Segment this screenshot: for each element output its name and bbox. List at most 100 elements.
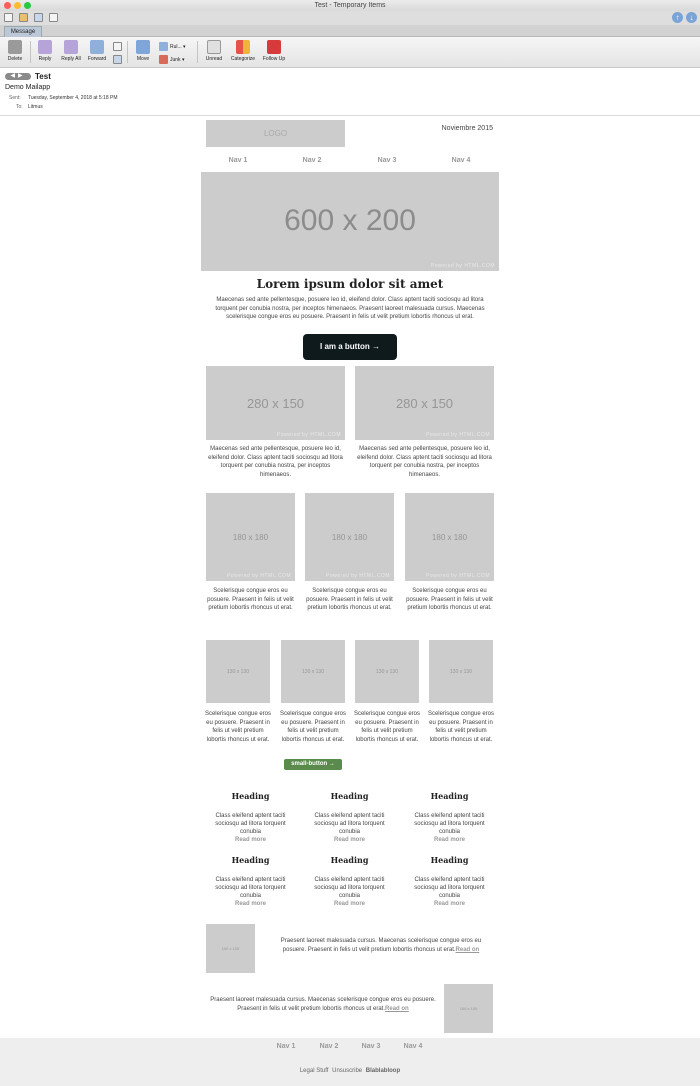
image-credit: Powered by HTML.COM: [431, 263, 495, 269]
save-icon[interactable]: [34, 13, 43, 22]
column-text: Scelerisque congue eros eu posuere. Prae…: [306, 588, 393, 611]
section-heading: Heading: [330, 855, 369, 865]
column-text: Scelerisque congue eros eu posuere. Prae…: [353, 711, 421, 743]
heading-card-text: Class eleifend aptent taciti sociosqu ad…: [405, 876, 494, 908]
email-footer: Nav 1 Nav 2 Nav 3 Nav 4 Legal Stuff Unsu…: [0, 1038, 700, 1086]
unread-envelope-icon: [207, 40, 221, 54]
zoom-window-button[interactable]: [24, 2, 31, 9]
heading-card-text: Class eleifend aptent taciti sociosqu ad…: [305, 812, 394, 844]
ribbon-tabs: Message: [0, 25, 700, 37]
heading-card-text: Class eleifend aptent taciti sociosqu ad…: [305, 876, 394, 908]
nav-link-1[interactable]: Nav 1: [201, 157, 275, 164]
image-placeholder-180x180: 180 x 180 Powered by HTML.COM: [405, 493, 494, 581]
section-heading: Heading: [330, 791, 369, 801]
reply-icon: [38, 40, 52, 54]
nav-link-4[interactable]: Nav 4: [424, 157, 498, 164]
intro-paragraph: Maecenas sed ante pellentesque, posuere …: [215, 297, 485, 320]
window-titlebar: Test - Temporary Items: [0, 0, 700, 11]
footer-nav-link-1[interactable]: Nav 1: [265, 1043, 307, 1050]
ribbon-divider: [30, 41, 31, 63]
footer-nav-link-2[interactable]: Nav 2: [308, 1043, 350, 1050]
section-heading: Heading: [231, 791, 270, 801]
image-placeholder-130x130: 130 x 130: [429, 640, 493, 703]
message-subject: Test: [35, 72, 51, 81]
read-on-link[interactable]: Read on: [385, 1006, 409, 1012]
forward-button[interactable]: Forward: [85, 40, 109, 62]
delete-button[interactable]: Delete: [4, 40, 26, 62]
heading-card-text: Class eleifend aptent taciti sociosqu ad…: [206, 812, 295, 844]
open-folder-icon[interactable]: [19, 13, 28, 22]
categorize-button[interactable]: Categorize: [228, 40, 258, 62]
nav-link-2[interactable]: Nav 2: [275, 157, 349, 164]
window-title: Test - Temporary Items: [314, 2, 386, 9]
image-placeholder-130x130: 130 x 130: [206, 640, 270, 703]
reply-button[interactable]: Reply: [35, 40, 55, 62]
attachment-icon[interactable]: [113, 42, 122, 51]
small-button[interactable]: small-button →: [284, 759, 342, 770]
primary-cta-button[interactable]: I am a button →: [303, 334, 397, 360]
section-heading: Heading: [430, 791, 469, 801]
logo-placeholder[interactable]: LOGO: [206, 120, 345, 147]
footer-nav-link-4[interactable]: Nav 4: [392, 1043, 434, 1050]
reply-all-icon: [64, 40, 78, 54]
image-placeholder-100x100: 100 x 100: [206, 924, 255, 973]
side-text: Praesent laoreet malesuada cursus. Maece…: [280, 938, 482, 953]
newsletter-date: Noviembre 2015: [441, 125, 493, 132]
unsubscribe-link[interactable]: Unsuscribe: [332, 1068, 362, 1074]
previous-message-icon[interactable]: ↑: [672, 12, 683, 23]
flag-icon: [267, 40, 281, 54]
nav-link-3[interactable]: Nav 3: [350, 157, 424, 164]
recipient[interactable]: Litmus: [28, 104, 43, 110]
column-text: Maecenas sed ante pellentesque, posuere …: [208, 446, 343, 478]
image-placeholder-180x180: 180 x 180 Powered by HTML.COM: [206, 493, 295, 581]
read-more-link[interactable]: Read more: [305, 836, 394, 844]
column-text: Scelerisque congue eros eu posuere. Prae…: [204, 711, 272, 743]
column-text: Maecenas sed ante pellentesque, posuere …: [357, 446, 492, 478]
read-more-link[interactable]: Read more: [405, 836, 494, 844]
close-window-button[interactable]: [4, 2, 11, 9]
rules-button[interactable]: Rul... ▾: [159, 42, 186, 51]
image-credit: Powered by HTML.COM: [227, 573, 291, 579]
tab-message[interactable]: Message: [4, 26, 42, 37]
section-heading: Heading: [430, 855, 469, 865]
to-label: To:: [16, 104, 23, 110]
read-more-link[interactable]: Read more: [405, 900, 494, 908]
image-placeholder-100x100: 100 x 100: [444, 984, 493, 1033]
image-credit: Powered by HTML.COM: [426, 432, 490, 438]
quick-access-toolbar: ↑ ↓: [0, 11, 700, 25]
unread-button[interactable]: Unread: [203, 40, 225, 62]
junk-button[interactable]: Junk ▾: [159, 55, 184, 64]
notes-icon[interactable]: [49, 13, 58, 22]
rules-icon: [159, 42, 168, 51]
follow-up-button[interactable]: Follow Up: [261, 40, 287, 62]
read-more-link[interactable]: Read more: [305, 900, 394, 908]
image-placeholder-180x180: 180 x 180 Powered by HTML.COM: [305, 493, 394, 581]
footer-links: Legal Stuff Unsuscribe Blablabloop: [0, 1068, 700, 1074]
message-header: ◀▶ Test Demo Mailapp Sent: Tuesday, Sept…: [0, 68, 700, 116]
column-text: Scelerisque congue eros eu posuere. Prae…: [279, 711, 347, 743]
message-sender[interactable]: Demo Mailapp: [5, 84, 50, 91]
print-icon[interactable]: [4, 13, 13, 22]
column-text: Scelerisque congue eros eu posuere. Prae…: [406, 588, 493, 611]
side-text: Praesent laoreet malesuada cursus. Maece…: [210, 997, 436, 1012]
move-button[interactable]: Move: [131, 40, 155, 62]
image-placeholder-130x130: 130 x 130: [281, 640, 345, 703]
read-more-link[interactable]: Read more: [206, 900, 295, 908]
image-credit: Powered by HTML.COM: [426, 573, 490, 579]
footer-nav-link-3[interactable]: Nav 3: [350, 1043, 392, 1050]
next-message-icon[interactable]: ↓: [686, 12, 697, 23]
meeting-icon[interactable]: [113, 55, 122, 64]
legal-link[interactable]: Legal Stuff: [300, 1068, 329, 1074]
trash-icon: [8, 40, 22, 54]
ribbon-divider: [197, 41, 198, 63]
read-more-link[interactable]: Read more: [206, 836, 295, 844]
hero-image-placeholder: 600 x 200 Powered by HTML.COM: [201, 172, 499, 271]
message-navigation-arrows[interactable]: ◀▶: [5, 73, 31, 80]
image-credit: Powered by HTML.COM: [277, 432, 341, 438]
heading-card-text: Class eleifend aptent taciti sociosqu ad…: [405, 812, 494, 844]
sent-date: Tuesday, September 4, 2018 at 5:18 PM: [28, 95, 118, 101]
read-on-link[interactable]: Read on: [456, 947, 480, 953]
email-body: LOGO Noviembre 2015 Nav 1 Nav 2 Nav 3 Na…: [201, 117, 499, 1038]
reply-all-button[interactable]: Reply All: [59, 40, 83, 62]
minimize-window-button[interactable]: [14, 2, 21, 9]
